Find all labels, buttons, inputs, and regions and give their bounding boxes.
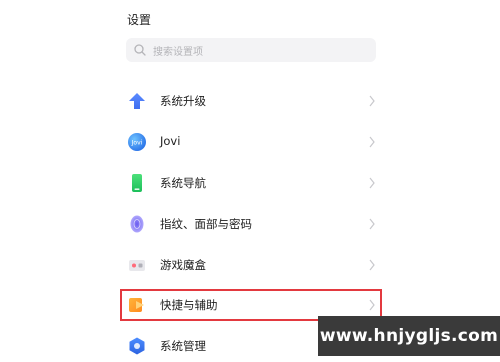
navigation-phone-icon <box>127 173 147 193</box>
settings-item-label: 游戏魔盒 <box>160 258 206 272</box>
game-box-icon <box>127 255 147 275</box>
settings-item-system-upgrade[interactable]: 系统升级 <box>120 85 382 117</box>
settings-item-game-box[interactable]: 游戏魔盒 <box>120 249 382 281</box>
chevron-right-icon <box>367 93 377 109</box>
settings-item-label: 系统升级 <box>160 94 206 108</box>
chevron-right-icon <box>367 175 377 191</box>
chevron-right-icon <box>367 134 377 150</box>
settings-item-label: 系统管理 <box>160 339 206 353</box>
settings-item-label: 快捷与辅助 <box>160 298 218 312</box>
search-input[interactable]: 搜索设置项 <box>126 38 376 62</box>
chevron-right-icon <box>367 257 377 273</box>
chevron-right-icon <box>367 297 377 313</box>
search-icon <box>133 43 147 57</box>
upgrade-arrow-icon <box>127 91 147 111</box>
system-management-icon <box>127 336 147 356</box>
search-placeholder: 搜索设置项 <box>153 46 203 58</box>
watermark-text: www.hnjygljs.com <box>319 326 499 346</box>
fingerprint-icon <box>127 214 147 234</box>
settings-item-label: 系统导航 <box>160 176 206 190</box>
settings-item-jovi[interactable]: Jovi Jovi <box>120 126 382 158</box>
settings-item-label: Jovi <box>160 134 181 148</box>
jovi-icon: Jovi <box>127 132 147 152</box>
settings-item-system-navigation[interactable]: 系统导航 <box>120 167 382 199</box>
settings-item-fingerprint-face-password[interactable]: 指纹、面部与密码 <box>120 208 382 240</box>
watermark: www.hnjygljs.com <box>318 316 500 356</box>
settings-item-label: 指纹、面部与密码 <box>160 217 252 231</box>
page-title: 设置 <box>127 13 152 27</box>
shortcut-arrow-icon <box>127 295 147 315</box>
svg-text:Jovi: Jovi <box>131 140 143 147</box>
chevron-right-icon <box>367 216 377 232</box>
